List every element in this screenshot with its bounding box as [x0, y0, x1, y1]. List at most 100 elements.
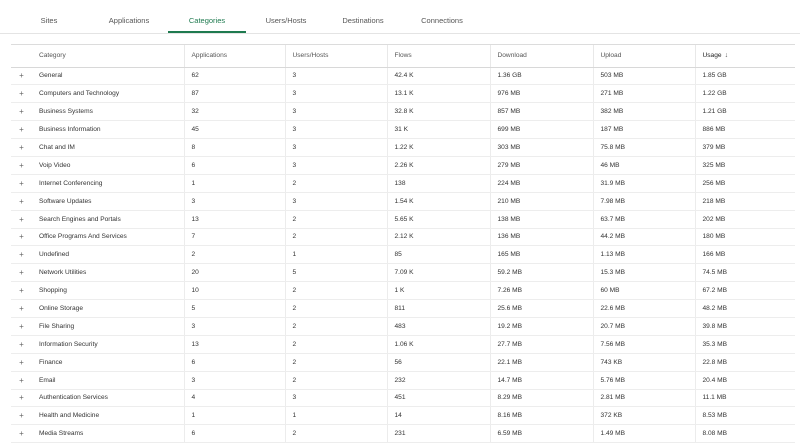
- expand-row-icon[interactable]: +: [11, 317, 32, 336]
- tab-connections[interactable]: Connections: [412, 0, 472, 33]
- expand-row-icon[interactable]: +: [11, 353, 32, 372]
- table-row[interactable]: + Search Engines and Portals 13 2 5.65 K 138 …: [11, 210, 795, 229]
- expand-row-icon[interactable]: +: [11, 245, 32, 265]
- table-row[interactable]: + Office Programs And Services 7 2 2.12 K 136…: [11, 228, 795, 247]
- cell-applications: 20: [184, 263, 286, 283]
- table-row[interactable]: + Undefined 2 1 85 165 MB 1.13 MB 166 MB: [11, 245, 795, 265]
- expand-row-icon[interactable]: +: [11, 406, 32, 426]
- expand-row-icon[interactable]: +: [11, 210, 32, 229]
- cell-category: Office Programs And Services: [32, 228, 185, 247]
- cell-category: Search Engines and Portals: [32, 210, 185, 229]
- cell-applications: 32: [184, 102, 286, 122]
- cell-upload: 31.9 MB: [593, 174, 696, 193]
- cell-usage: 74.5 MB: [695, 263, 795, 283]
- expand-row-icon[interactable]: +: [11, 228, 32, 247]
- column-header-users-hosts[interactable]: Users/Hosts: [285, 45, 388, 68]
- cell-download: 976 MB: [490, 84, 594, 104]
- expand-row-icon[interactable]: +: [11, 389, 32, 408]
- cell-applications: 8: [184, 138, 286, 157]
- expand-row-icon[interactable]: +: [11, 84, 32, 104]
- table-row[interactable]: + Finance 6 2 56 22.1 MB 743 KB 22.8 MB: [11, 353, 795, 372]
- column-header-upload[interactable]: Upload: [593, 45, 696, 68]
- expand-row-icon[interactable]: +: [11, 263, 32, 283]
- cell-applications: 6: [184, 353, 286, 372]
- table-row[interactable]: + File Sharing 3 2 483 19.2 MB 20.7 MB 39.8 MB: [11, 317, 795, 336]
- column-header-category[interactable]: Category: [32, 45, 185, 68]
- cell-download: 8.29 MB: [490, 389, 594, 408]
- expand-row-icon[interactable]: +: [11, 174, 32, 193]
- cell-download: 59.2 MB: [490, 263, 594, 283]
- table-row[interactable]: + Voip Video 6 3 2.26 K 279 MB 46 MB 325 MB: [11, 156, 795, 175]
- expand-row-icon[interactable]: +: [11, 192, 32, 211]
- column-header-flows[interactable]: Flows: [387, 45, 491, 68]
- column-header-usage[interactable]: Usage ↓: [695, 45, 795, 68]
- cell-upload: 503 MB: [593, 67, 696, 86]
- table-row[interactable]: + Online Storage 5 2 811 25.6 MB 22.6 MB 48.2 M…: [11, 299, 795, 318]
- expand-row-icon[interactable]: +: [11, 371, 32, 390]
- expand-row-icon[interactable]: +: [11, 102, 32, 122]
- cell-upload: 75.8 MB: [593, 138, 696, 157]
- cell-applications: 3: [184, 371, 286, 390]
- cell-category: Chat and IM: [32, 138, 185, 157]
- column-header-download[interactable]: Download: [490, 45, 594, 68]
- tab-users-hosts[interactable]: Users/Hosts: [255, 0, 317, 33]
- cell-applications: 10: [184, 281, 286, 301]
- table-row[interactable]: + General 62 3 42.4 K 1.36 GB 503 MB 1.85 GB: [11, 67, 795, 86]
- expand-row-icon[interactable]: +: [11, 120, 32, 140]
- cell-users-hosts: 2: [285, 210, 388, 229]
- cell-category: Voip Video: [32, 156, 185, 175]
- cell-flows: 811: [387, 299, 491, 318]
- table-row[interactable]: + Information Security 13 2 1.06 K 27.7 MB 7.5…: [11, 335, 795, 354]
- tab-applications[interactable]: Applications: [96, 0, 162, 33]
- cell-upload: 44.2 MB: [593, 228, 696, 247]
- cell-usage: 8.53 MB: [695, 406, 795, 426]
- cell-upload: 7.56 MB: [593, 335, 696, 354]
- expand-row-icon[interactable]: +: [11, 156, 32, 175]
- cell-flows: 5.65 K: [387, 210, 491, 229]
- cell-applications: 5: [184, 299, 286, 318]
- cell-users-hosts: 2: [285, 317, 388, 336]
- cell-applications: 3: [184, 317, 286, 336]
- table-row[interactable]: + Email 3 2 232 14.7 MB 5.76 MB 20.4 MB: [11, 371, 795, 390]
- cell-flows: 451: [387, 389, 491, 408]
- expand-row-icon[interactable]: +: [11, 335, 32, 354]
- cell-usage: 325 MB: [695, 156, 795, 175]
- tab-destinations[interactable]: Destinations: [334, 0, 392, 33]
- table-row[interactable]: + Internet Conferencing 1 2 138 224 MB 31.9 MB…: [11, 174, 795, 193]
- cell-users-hosts: 2: [285, 174, 388, 193]
- cell-flows: 56: [387, 353, 491, 372]
- table-row[interactable]: + Network Utilities 20 5 7.09 K 59.2 MB 15.3 M…: [11, 263, 795, 283]
- cell-usage: 1.85 GB: [695, 67, 795, 86]
- table-row[interactable]: + Media Streams 6 2 231 6.59 MB 1.49 MB 8.08 MB: [11, 424, 795, 443]
- cell-flows: 138: [387, 174, 491, 193]
- table-row[interactable]: + Business Information 45 3 31 K 699 MB 187 MB…: [11, 120, 795, 140]
- categories-table-container: Category Applications Users/Hosts Flows …: [11, 44, 795, 443]
- expand-row-icon[interactable]: +: [11, 138, 32, 157]
- table-row[interactable]: + Health and Medicine 1 1 14 8.16 MB 372 KB 8.5…: [11, 406, 795, 426]
- cell-download: 7.26 MB: [490, 281, 594, 301]
- cell-flows: 1.22 K: [387, 138, 491, 157]
- tab-sites[interactable]: Sites: [24, 0, 74, 33]
- cell-users-hosts: 2: [285, 335, 388, 354]
- cell-category: Computers and Technology: [32, 84, 185, 104]
- cell-download: 1.36 GB: [490, 67, 594, 86]
- cell-applications: 4: [184, 389, 286, 408]
- table-row[interactable]: + Software Updates 3 3 1.54 K 210 MB 7.98 MB 21…: [11, 192, 795, 211]
- cell-category: Authentication Services: [32, 389, 185, 408]
- cell-flows: 7.09 K: [387, 263, 491, 283]
- expand-row-icon[interactable]: +: [11, 424, 32, 443]
- table-row[interactable]: + Business Systems 32 3 32.8 K 857 MB 382 MB 1.…: [11, 102, 795, 122]
- cell-upload: 7.98 MB: [593, 192, 696, 211]
- tab-bar: Sites Applications Categories Users/Host…: [0, 0, 800, 34]
- column-header-applications[interactable]: Applications: [184, 45, 286, 68]
- table-row[interactable]: + Shopping 10 2 1 K 7.26 MB 60 MB 67.2 MB: [11, 281, 795, 301]
- table-row[interactable]: + Chat and IM 8 3 1.22 K 303 MB 75.8 MB 379 MB: [11, 138, 795, 157]
- expand-row-icon[interactable]: +: [11, 299, 32, 318]
- expand-row-icon[interactable]: +: [11, 281, 32, 301]
- cell-users-hosts: 1: [285, 406, 388, 426]
- expand-row-icon[interactable]: +: [11, 67, 32, 86]
- table-row[interactable]: + Computers and Technology 87 3 13.1 K 976 MB…: [11, 84, 795, 104]
- cell-usage: 886 MB: [695, 120, 795, 140]
- table-row[interactable]: + Authentication Services 4 3 451 8.29 MB 2.81…: [11, 389, 795, 408]
- tab-categories[interactable]: Categories: [168, 0, 246, 33]
